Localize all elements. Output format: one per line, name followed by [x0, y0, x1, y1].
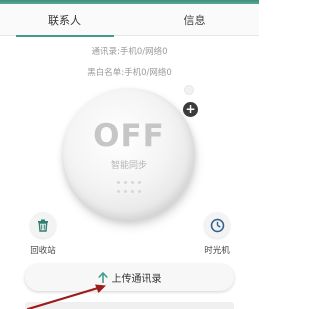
- sync-toggle-knob[interactable]: OFF 智能同步: [63, 88, 195, 220]
- knob-grip-dots: [115, 180, 143, 194]
- sync-subtitle: 智能同步: [110, 161, 147, 171]
- blacklist-count-text: 黑白名单:手机0/网络0: [87, 68, 172, 78]
- indicator-dot: [184, 85, 194, 95]
- clock-icon: [210, 218, 224, 232]
- time-machine-button[interactable]: [204, 212, 230, 238]
- recycle-bin-label: 回收站: [30, 246, 56, 256]
- active-tab-indicator: [16, 35, 114, 37]
- plus-icon: +: [185, 102, 196, 116]
- tab-contacts[interactable]: 联系人: [0, 4, 129, 37]
- arrow-up-icon: [97, 272, 108, 283]
- upload-contacts-button[interactable]: 上传通讯录: [25, 264, 234, 291]
- tab-bar: 联系人 信息: [0, 4, 259, 37]
- contacts-count-text: 通讯录:手机0/网络0: [91, 47, 168, 57]
- tab-messages-label: 信息: [183, 14, 206, 27]
- bottom-panel-edge: [25, 302, 234, 309]
- tab-contacts-label: 联系人: [48, 14, 81, 27]
- sync-state-label: OFF: [93, 118, 165, 154]
- recycle-bin-button[interactable]: [30, 212, 56, 238]
- trash-icon: [38, 219, 48, 232]
- upload-contacts-label: 上传通讯录: [111, 274, 162, 285]
- tab-messages[interactable]: 信息: [130, 4, 259, 36]
- add-button[interactable]: +: [183, 102, 198, 117]
- time-machine-label: 时光机: [204, 246, 230, 256]
